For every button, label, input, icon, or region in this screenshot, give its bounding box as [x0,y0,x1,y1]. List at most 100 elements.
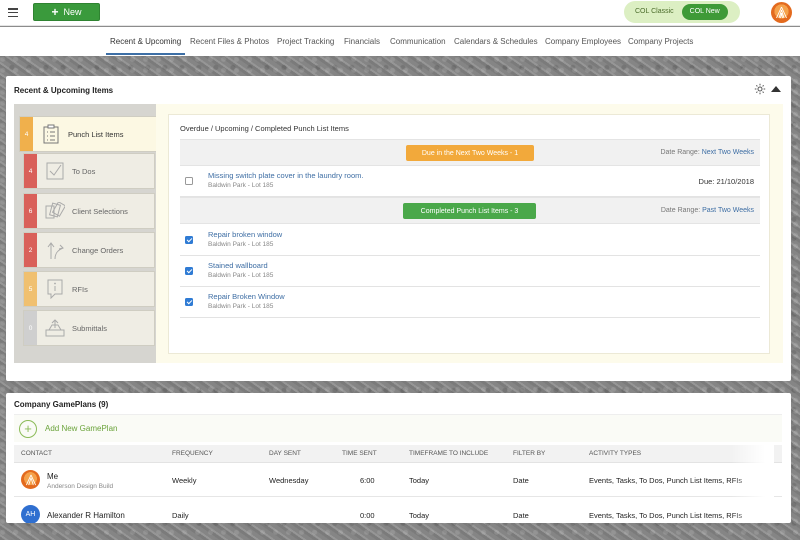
col-day-sent[interactable]: DAY SENT [269,450,301,457]
version-toggle[interactable]: COL Classic COL New [624,1,740,23]
top-bar: + New COL Classic COL New [0,0,800,26]
list-item: Repair broken window Baldwin Park - Lot … [180,225,760,256]
item-title-link[interactable]: Repair broken window [208,230,282,239]
add-circle-icon[interactable]: + [19,419,37,438]
item-project: Baldwin Park - Lot 185 [208,182,274,189]
cell-frequency: Daily [172,511,189,520]
company-logo-icon [776,6,787,19]
hamburger-menu-icon[interactable] [8,8,18,18]
punch-list-card: Overdue / Upcoming / Completed Punch Lis… [168,114,770,354]
col-contact[interactable]: CONTACT [21,450,52,457]
sidebar-label: Client Selections [72,206,128,216]
col-activity-types[interactable]: ACTIVITY TYPES [589,450,641,457]
collapse-caret-icon[interactable] [771,86,781,92]
sidebar-count: 4 [24,154,37,188]
active-tab-underline [106,53,185,55]
panel-title: Recent & Upcoming Items [14,86,114,95]
table-row[interactable]: Me Anderson Design Build Weekly Wednesda… [14,463,782,497]
category-sidebar: 4 Punch List Items 4 To Dos 6 Client Sel… [14,104,156,363]
item-title-link[interactable]: Stained wallboard [208,261,268,270]
sidebar-item-submittals[interactable]: 0 Submittals [23,310,155,346]
sidebar-item-rfis[interactable]: 5 RFIs [23,271,155,307]
plus-icon: + [51,5,59,19]
recent-upcoming-panel: Recent & Upcoming Items 4 Punch List Ite… [6,76,791,381]
item-checkbox[interactable] [185,267,193,275]
col-time-sent[interactable]: TIME SENT [342,450,377,457]
sidebar-label: RFIs [72,284,88,294]
item-checkbox[interactable] [185,298,193,306]
col-timeframe[interactable]: TIMEFRAME TO INCLUDE [409,450,488,457]
new-button[interactable]: + New [33,3,100,21]
swatches-icon [44,194,66,228]
nav-communication[interactable]: Communication [390,37,446,46]
item-project: Baldwin Park - Lot 185 [208,272,274,279]
contact-name: Me [47,472,59,481]
sidebar-item-change-orders[interactable]: 2 Change Orders [23,232,155,268]
clipboard-icon [40,117,62,151]
date-range-label: Date Range: [660,149,700,156]
user-avatar[interactable] [771,2,792,23]
list-item: Repair Broken Window Baldwin Park - Lot … [180,287,760,318]
item-checkbox[interactable] [185,177,193,185]
nav-financials[interactable]: Financials [344,37,380,46]
completed-group-header: Completed Punch List Items - 3 Date Rang… [180,197,760,224]
date-range: Date Range: Past Two Weeks [661,207,754,214]
sidebar-count: 4 [20,117,33,151]
item-title-link[interactable]: Missing switch plate cover in the laundr… [208,171,363,180]
col-frequency[interactable]: FREQUENCY [172,450,213,457]
contact-name: Alexander R Hamilton [47,511,125,520]
nav-recent-upcoming[interactable]: Recent & Upcoming [110,37,181,46]
sidebar-label: Change Orders [72,245,124,255]
sidebar-count: 0 [24,311,37,345]
list-item: Missing switch plate cover in the laundr… [180,166,760,197]
cell-timeframe: Today [409,511,430,520]
sidebar-count: 5 [24,272,37,306]
checkbox-icon [44,154,66,188]
gameplans-title: Company GamePlans (9) [14,400,109,409]
contact-company: Anderson Design Build [47,483,114,490]
new-button-label: New [63,7,82,17]
sidebar-label: To Dos [72,166,96,176]
item-project: Baldwin Park - Lot 185 [208,241,274,248]
add-gameplan-link[interactable]: Add New GamePlan [45,424,117,433]
change-arrows-icon [44,233,66,267]
nav-project-tracking[interactable]: Project Tracking [277,37,334,46]
completed-items-pill[interactable]: Completed Punch List Items - 3 [403,203,536,219]
toggle-col-classic[interactable]: COL Classic [627,4,682,20]
cell-timeframe: Today [409,476,430,485]
date-range-link[interactable]: Next Two Weeks [702,149,754,156]
nav-company-employees[interactable]: Company Employees [545,37,621,46]
table-row[interactable]: AH Alexander R Hamilton Daily 0:00 Today… [14,498,782,523]
toggle-col-new[interactable]: COL New [681,4,728,20]
cell-time-sent: 0:00 [360,511,375,520]
main-nav: Recent & Upcoming Recent Files & Photos … [0,27,800,56]
col-filter-by[interactable]: FILTER BY [513,450,545,457]
item-title-link[interactable]: Repair Broken Window [208,292,285,301]
cell-activity-types: Events, Tasks, To Dos, Punch List Items,… [589,476,743,485]
nav-calendars-schedules[interactable]: Calendars & Schedules [454,37,538,46]
sidebar-item-punch-list[interactable]: 4 Punch List Items [19,116,156,152]
avatar: AH [21,505,40,523]
sidebar-item-to-dos[interactable]: 4 To Dos [23,153,155,189]
avatar [21,470,40,489]
gear-icon[interactable] [754,83,766,95]
sidebar-label: Punch List Items [68,129,124,139]
sidebar-item-client-selections[interactable]: 6 Client Selections [23,193,155,229]
due-next-two-weeks-pill[interactable]: Due in the Next Two Weeks - 1 [406,145,534,161]
sidebar-count: 6 [24,194,37,228]
table-header: CONTACT FREQUENCY DAY SENT TIME SENT TIM… [14,445,782,463]
nav-recent-files-photos[interactable]: Recent Files & Photos [190,37,269,46]
list-item: Stained wallboard Baldwin Park - Lot 185 [180,256,760,287]
item-checkbox[interactable] [185,236,193,244]
info-icon [44,272,66,306]
date-range: Date Range: Next Two Weeks [660,149,754,156]
nav-company-projects[interactable]: Company Projects [628,37,693,46]
add-gameplan-row[interactable]: + Add New GamePlan [14,414,782,442]
cell-filter-by: Date [513,511,529,520]
upcoming-group-header: Due in the Next Two Weeks - 1 Date Range… [180,139,760,166]
date-range-link[interactable]: Past Two Weeks [702,207,754,214]
punch-list-content: Overdue / Upcoming / Completed Punch Lis… [156,104,783,363]
item-due-date: Due: 21/10/2018 [698,177,754,186]
submittal-tray-icon [44,311,66,345]
sidebar-count: 2 [24,233,37,267]
